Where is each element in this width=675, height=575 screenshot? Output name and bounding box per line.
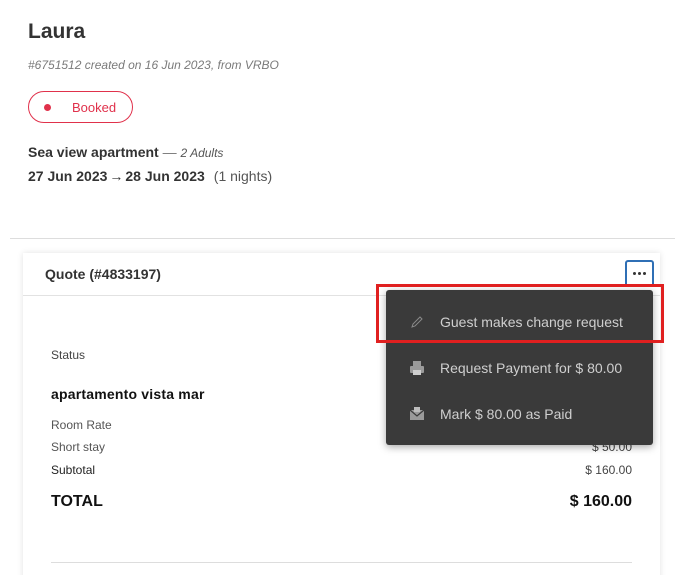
menu-item-label: Request Payment for $ 80.00 [440, 360, 623, 376]
total-value: $ 160.00 [569, 493, 632, 510]
property-line: Sea view apartment — 2 Adults [28, 144, 223, 160]
total-row: TOTAL $ 160.00 [51, 493, 632, 511]
envelope-icon [408, 405, 426, 423]
room-rate-label: Room Rate [51, 418, 112, 432]
status-dot-icon [44, 103, 51, 111]
menu-item-mark-paid[interactable]: Mark $ 80.00 as Paid [386, 391, 653, 437]
property-separator: — [158, 144, 181, 160]
printer-icon [408, 359, 426, 377]
status-badge[interactable]: Booked [28, 91, 133, 123]
total-label: TOTAL [51, 493, 103, 510]
status-badge-label: Booked [72, 99, 117, 115]
subtotal-row: Subtotal $ 160.00 [51, 463, 632, 477]
nights-count: (1 nights) [213, 168, 273, 184]
quote-status-label: Status [51, 348, 86, 362]
more-options-button[interactable] [625, 260, 654, 287]
arrow-right-icon: → [109, 168, 124, 184]
menu-item-request-payment[interactable]: Request Payment for $ 80.00 [386, 345, 653, 391]
rate-plan-title: apartamento vista mar [51, 386, 205, 402]
subtotal-value: $ 160.00 [585, 463, 632, 477]
guest-name: Laura [28, 20, 86, 43]
short-stay-label: Short stay [51, 440, 106, 454]
card-divider [51, 562, 632, 563]
highlight-box [376, 284, 664, 343]
menu-item-label: Mark $ 80.00 as Paid [440, 406, 573, 422]
check-in-date: 27 Jun 2023 [28, 168, 108, 184]
booking-meta: #6751512 created on 16 Jun 2023, from VR… [28, 58, 279, 72]
property-name: Sea view apartment [28, 144, 159, 160]
subtotal-label: Subtotal [51, 463, 96, 477]
check-out-date: 28 Jun 2023 [125, 168, 205, 184]
section-divider [10, 238, 675, 239]
guest-count: 2 Adults [180, 146, 224, 160]
stay-dates: 27 Jun 2023 → 28 Jun 2023 (1 nights) [28, 168, 272, 184]
quote-title: Quote (#4833197) [45, 266, 161, 282]
ellipsis-icon [633, 272, 646, 275]
